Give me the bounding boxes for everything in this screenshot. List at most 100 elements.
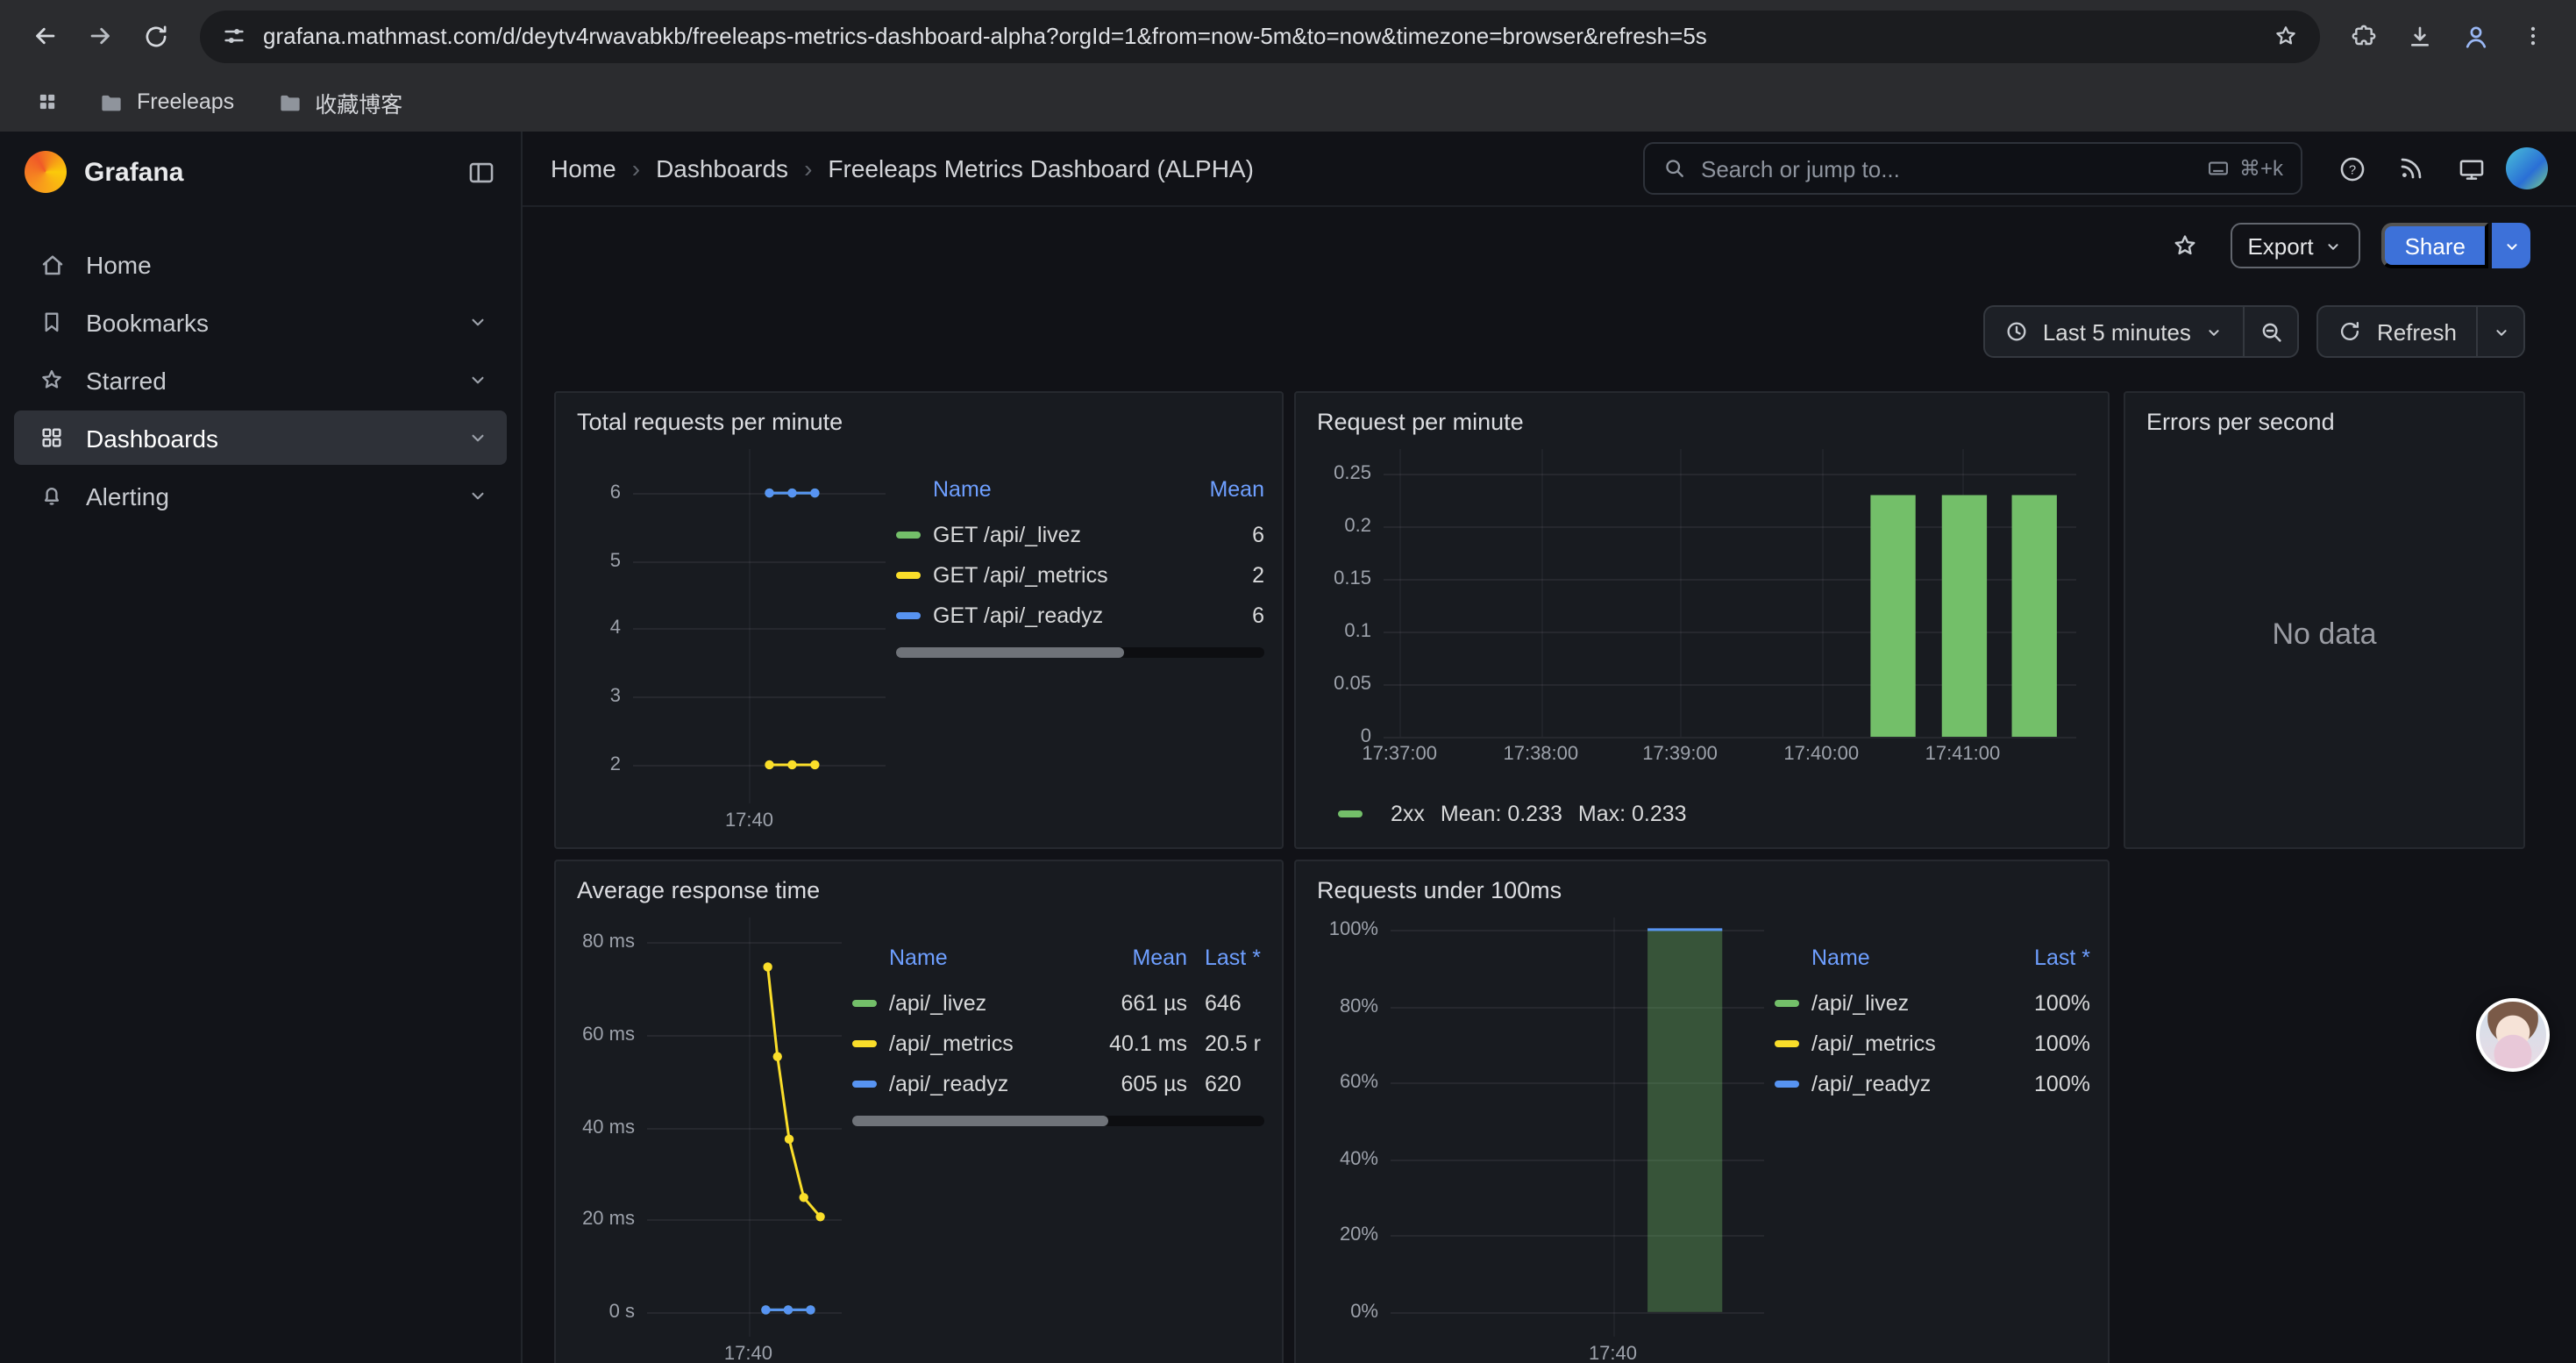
legend-row[interactable]: /api/_metrics 40.1 ms 20.5 r — [852, 1023, 1264, 1063]
forward-icon[interactable] — [74, 10, 126, 62]
time-range-button[interactable]: Last 5 minutes — [1985, 307, 2244, 356]
back-icon[interactable] — [18, 10, 70, 62]
floating-assistant-avatar[interactable] — [2476, 998, 2550, 1072]
apps-grid-icon[interactable] — [25, 79, 70, 125]
panel-title[interactable]: Request per minute — [1313, 405, 2090, 435]
help-icon[interactable]: ? — [2327, 144, 2376, 193]
scrollbar-thumb[interactable] — [896, 647, 1124, 658]
zoom-out-icon[interactable] — [2245, 307, 2298, 356]
legend-header-name[interactable]: Name — [1811, 946, 1982, 970]
search-shortcut: ⌘+k — [2206, 156, 2283, 181]
extensions-icon[interactable] — [2338, 10, 2390, 62]
panel-errors-per-second: Errors per second No data — [2124, 391, 2525, 849]
sidebar-item-home[interactable]: Home — [14, 237, 507, 291]
share-menu-caret[interactable] — [2492, 223, 2530, 268]
bookmark-folder-blogs[interactable]: 收藏博客 — [262, 80, 416, 124]
profile-icon[interactable] — [2450, 10, 2502, 62]
legend-row[interactable]: /api/_metrics 100% — [1775, 1023, 2090, 1063]
chevron-down-icon[interactable] — [466, 426, 489, 449]
sidebar-item-label: Bookmarks — [86, 308, 447, 336]
request-per-minute-chart[interactable]: 0.250.20.150.10.05017:37:0017:38:0017:39… — [1313, 439, 2090, 793]
series-color-dash — [896, 611, 921, 618]
downloads-icon[interactable] — [2394, 10, 2446, 62]
legend-row[interactable]: /api/_livez 100% — [1775, 982, 2090, 1023]
time-range-label: Last 5 minutes — [2043, 318, 2191, 345]
legend-row[interactable]: /api/_readyz 605 µs 620 — [852, 1063, 1264, 1103]
url-bar[interactable]: grafana.mathmast.com/d/deytv4rwavabkb/fr… — [200, 10, 2320, 62]
url-text[interactable]: grafana.mathmast.com/d/deytv4rwavabkb/fr… — [263, 23, 2257, 49]
legend-scrollbar[interactable] — [896, 647, 1264, 658]
avg-response-time-chart[interactable]: 80 ms60 ms40 ms20 ms0 s17:40 — [573, 907, 852, 1363]
breadcrumb-dashboards[interactable]: Dashboards — [656, 154, 788, 182]
sidebar-item-label: Alerting — [86, 482, 447, 510]
sidebar-item-alerting[interactable]: Alerting — [14, 468, 507, 523]
header-icons: ? — [2327, 144, 2548, 193]
legend-scrollbar[interactable] — [852, 1116, 1264, 1126]
breadcrumb-home[interactable]: Home — [551, 154, 616, 182]
legend-header-name[interactable]: Name — [889, 946, 1057, 970]
chevron-down-icon[interactable] — [466, 310, 489, 333]
news-rss-icon[interactable] — [2387, 144, 2436, 193]
requests-under-100ms-chart[interactable]: 100%80%60%40%20%0%17:40 — [1313, 907, 1775, 1363]
legend-header-mean[interactable]: Mean — [1166, 477, 1264, 502]
legend-header-last[interactable]: Last * — [1205, 946, 1264, 970]
series-color-dash — [1775, 1080, 1799, 1087]
sidebar-item-dashboards[interactable]: Dashboards — [14, 410, 507, 465]
chevron-down-icon[interactable] — [466, 368, 489, 391]
user-avatar[interactable] — [2506, 147, 2548, 189]
panel-title[interactable]: Errors per second — [2143, 405, 2506, 435]
panel-title[interactable]: Average response time — [573, 874, 1264, 903]
search-input[interactable] — [1701, 155, 2192, 182]
legend-inline[interactable]: 2xx Mean: 0.233 Max: 0.233 — [1313, 793, 2090, 835]
dashboard-body: Export Share Last 5 minutes — [523, 207, 2576, 1363]
browser-toolbar: grafana.mathmast.com/d/deytv4rwavabkb/fr… — [0, 0, 2576, 72]
sidebar-item-label: Dashboards — [86, 424, 447, 452]
refresh-button[interactable]: Refresh — [2319, 307, 2476, 356]
star-icon — [39, 367, 67, 393]
legend-row[interactable]: /api/_livez 661 µs 646 — [852, 982, 1264, 1023]
sidebar-nav: Home Bookmarks Starred Dashboards — [0, 237, 521, 523]
legend-row[interactable]: GET /api/_metrics 2 — [896, 554, 1264, 595]
search-box[interactable]: ⌘+k — [1643, 142, 2302, 195]
menu-kebab-icon[interactable] — [2506, 10, 2558, 62]
share-button[interactable]: Share — [2382, 223, 2488, 268]
bookmarks-bar: Freeleaps 收藏博客 — [0, 72, 2576, 132]
chevron-down-icon — [2324, 236, 2344, 255]
series-color-dash — [1775, 999, 1799, 1006]
scrollbar-thumb[interactable] — [852, 1116, 1107, 1126]
bookmark-folder-freeleaps[interactable]: Freeleaps — [84, 83, 248, 120]
series-color-dash — [1338, 810, 1363, 817]
sidebar-item-starred[interactable]: Starred — [14, 353, 507, 407]
panel-title[interactable]: Total requests per minute — [573, 405, 1264, 435]
series-color-dash — [896, 571, 921, 578]
sidebar-item-label: Starred — [86, 366, 447, 394]
site-settings-icon[interactable] — [221, 23, 247, 49]
series-color-dash — [1775, 1039, 1799, 1046]
total-requests-chart[interactable]: 6543217:40 — [573, 439, 896, 835]
series-max: Max: 0.233 — [1578, 802, 1687, 826]
reload-icon[interactable] — [130, 10, 182, 62]
svg-text:?: ? — [2348, 163, 2355, 177]
folder-icon — [276, 89, 302, 115]
legend-row[interactable]: /api/_readyz 100% — [1775, 1063, 2090, 1103]
monitor-icon[interactable] — [2446, 144, 2495, 193]
legend-row[interactable]: GET /api/_readyz 6 — [896, 595, 1264, 635]
legend-header-name[interactable]: Name — [933, 477, 1149, 502]
legend-row[interactable]: GET /api/_livez 6 — [896, 514, 1264, 554]
bookmark-star-icon[interactable] — [2273, 23, 2299, 49]
sidebar-collapse-icon[interactable] — [466, 157, 496, 187]
panel-title[interactable]: Requests under 100ms — [1313, 874, 2090, 903]
chevron-down-icon[interactable] — [466, 484, 489, 507]
refresh-interval-caret[interactable] — [2478, 307, 2523, 356]
legend-header-mean[interactable]: Mean — [1075, 946, 1187, 970]
grafana-logo-icon[interactable] — [25, 151, 67, 193]
legend-header-last[interactable]: Last * — [1999, 946, 2090, 970]
search-icon — [1662, 156, 1687, 181]
keyboard-icon — [2206, 156, 2231, 181]
sidebar-item-bookmarks[interactable]: Bookmarks — [14, 295, 507, 349]
export-button[interactable]: Export — [2230, 223, 2360, 268]
refresh-label: Refresh — [2377, 318, 2457, 345]
brand-name: Grafana — [84, 157, 449, 187]
panel-avg-response-time: Average response time 80 ms60 ms40 ms20 … — [554, 860, 1284, 1363]
favorite-star-icon[interactable] — [2160, 221, 2209, 270]
